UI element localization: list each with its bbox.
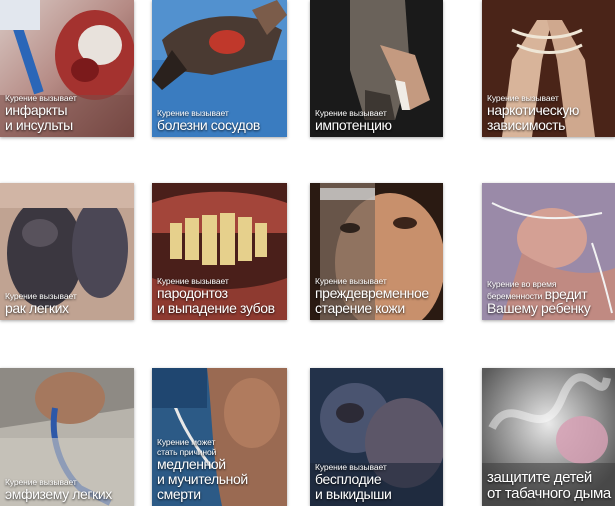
tile-skin-aging: Курение вызывает преждевременное старени… bbox=[310, 183, 443, 320]
tile-emphysema: Курение вызывает эмфизему легких bbox=[0, 368, 134, 506]
caption: Курение вызывает рак легких bbox=[5, 291, 130, 316]
caption-title: болезни сосудов bbox=[157, 117, 260, 133]
caption: Курение вызывает пародонтоз и выпадение … bbox=[157, 276, 283, 316]
tile-protect-children: защитите детей от табачного дыма bbox=[482, 368, 615, 506]
caption-title: наркотическую зависимость bbox=[487, 102, 579, 133]
caption-lead: Курение может стать причиной bbox=[157, 437, 217, 457]
caption: Курение вызывает эмфизему легких bbox=[5, 477, 130, 502]
caption: Курение может стать причиной медленной и… bbox=[157, 437, 283, 502]
caption-title: медленной и мучительной смерти bbox=[157, 456, 248, 502]
caption: Курение вызывает преждевременное старени… bbox=[315, 276, 439, 316]
caption-title: Вашему ребенку bbox=[487, 300, 591, 316]
caption-title: инфаркты и инсульты bbox=[5, 102, 73, 133]
caption-title: рак легких bbox=[5, 300, 69, 316]
tile-addiction: Курение вызывает наркотическую зависимос… bbox=[482, 0, 615, 137]
tile-heart-attacks: Курение вызывает инфаркты и инсульты bbox=[0, 0, 134, 137]
caption-title: импотенцию bbox=[315, 117, 392, 133]
tile-vascular-disease: Курение вызывает болезни сосудов bbox=[152, 0, 287, 137]
tile-slow-death: Курение может стать причиной медленной и… bbox=[152, 368, 287, 506]
caption-title: преждевременное старение кожи bbox=[315, 285, 429, 316]
caption: защитите детей от табачного дыма bbox=[487, 470, 611, 502]
tile-lung-cancer: Курение вызывает рак легких bbox=[0, 183, 134, 320]
tile-periodontitis: Курение вызывает пародонтоз и выпадение … bbox=[152, 183, 287, 320]
caption-title: бесплодие и выкидыши bbox=[315, 471, 392, 502]
caption-title: эмфизему легких bbox=[5, 486, 112, 502]
caption-title: защитите детей от табачного дыма bbox=[487, 469, 611, 502]
caption: Курение во время беременности вредит Ваш… bbox=[487, 279, 611, 316]
caption: Курение вызывает бесплодие и выкидыши bbox=[315, 462, 439, 502]
tile-impotence: Курение вызывает импотенцию bbox=[310, 0, 443, 137]
caption: Курение вызывает наркотическую зависимос… bbox=[487, 93, 611, 133]
caption: Курение вызывает импотенцию bbox=[315, 108, 439, 133]
tile-pregnancy: Курение во время беременности вредит Ваш… bbox=[482, 183, 615, 320]
caption: Курение вызывает болезни сосудов bbox=[157, 108, 283, 133]
caption: Курение вызывает инфаркты и инсульты bbox=[5, 93, 130, 133]
caption-title: пародонтоз и выпадение зубов bbox=[157, 285, 275, 316]
tile-infertility: Курение вызывает бесплодие и выкидыши bbox=[310, 368, 443, 506]
